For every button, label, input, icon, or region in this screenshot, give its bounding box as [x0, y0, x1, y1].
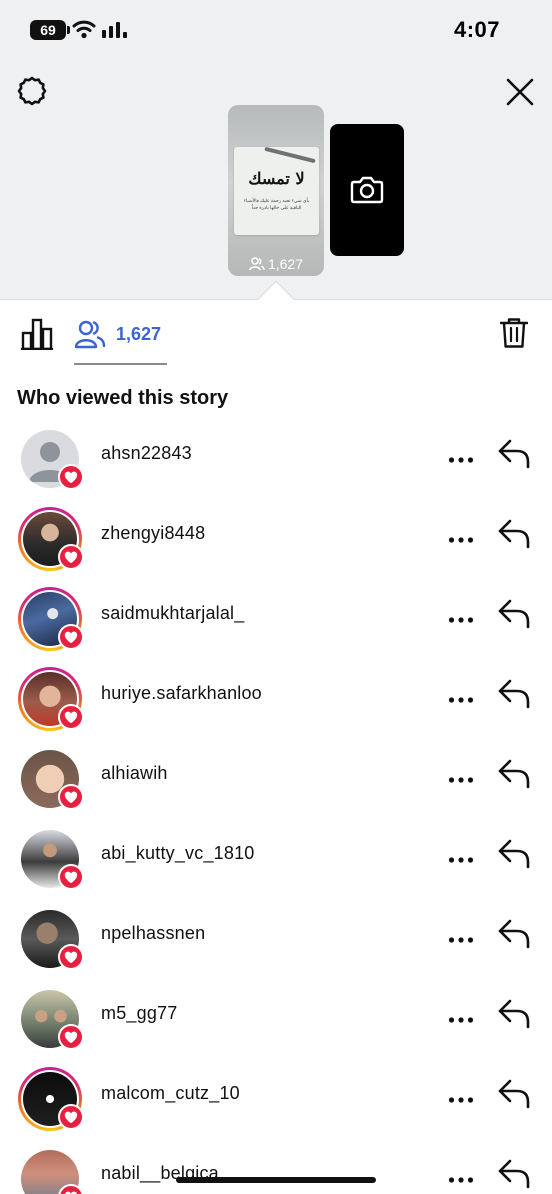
heart-icon	[64, 1191, 78, 1194]
heart-reaction-badge	[58, 1104, 84, 1130]
more-options-icon[interactable]	[448, 691, 474, 703]
more-options-icon[interactable]	[448, 611, 474, 623]
heart-icon	[64, 791, 78, 803]
more-options-icon[interactable]	[448, 1171, 474, 1183]
status-bar: 69 4:07	[0, 0, 552, 60]
story-preview-area: 69 4:07 لا تمسك بأي شيء تحبه رحمة عليك ف…	[0, 0, 552, 300]
viewer-username[interactable]: abi_kutty_vc_1810	[101, 843, 255, 864]
viewer-username[interactable]: ahsn22843	[101, 443, 192, 464]
active-tab-underline	[74, 363, 167, 365]
trash-icon[interactable]	[500, 317, 528, 349]
pen-graphic	[264, 146, 316, 164]
avatar[interactable]	[18, 587, 84, 651]
story-thumbnail[interactable]: لا تمسك بأي شيء تحبه رحمة عليك فالأشياء …	[228, 105, 324, 276]
viewer-username[interactable]: saidmukhtarjalal_	[101, 603, 244, 624]
reply-icon[interactable]	[497, 438, 531, 470]
battery-indicator: 69	[30, 20, 70, 40]
heart-reaction-badge	[58, 704, 84, 730]
more-options-icon[interactable]	[448, 1091, 474, 1103]
more-options-icon[interactable]	[448, 931, 474, 943]
more-options-icon[interactable]	[448, 851, 474, 863]
close-icon[interactable]	[504, 76, 536, 108]
more-options-icon[interactable]	[448, 451, 474, 463]
more-options-icon[interactable]	[448, 1011, 474, 1023]
viewer-username[interactable]: huriye.safarkhanloo	[101, 683, 262, 704]
avatar[interactable]	[18, 827, 84, 891]
heart-reaction-badge	[58, 864, 84, 890]
heart-icon	[64, 471, 78, 483]
heart-icon	[64, 871, 78, 883]
signal-icon	[102, 22, 127, 38]
story-view-count: 1,627	[228, 256, 324, 272]
heart-icon	[64, 951, 78, 963]
heart-icon	[64, 1111, 78, 1123]
avatar[interactable]	[18, 1067, 84, 1131]
viewer-username[interactable]: malcom_cutz_10	[101, 1083, 240, 1104]
viewer-row[interactable]: npelhassnen	[0, 903, 552, 983]
reply-icon[interactable]	[497, 918, 531, 950]
viewer-row[interactable]: huriye.safarkhanloo	[0, 663, 552, 743]
wifi-icon	[72, 20, 96, 39]
reply-icon[interactable]	[497, 598, 531, 630]
avatar[interactable]	[18, 747, 84, 811]
viewer-username[interactable]: npelhassnen	[101, 923, 205, 944]
avatar[interactable]	[18, 507, 84, 571]
viewer-row[interactable]: abi_kutty_vc_1810	[0, 823, 552, 903]
viewer-username[interactable]: alhiawih	[101, 763, 168, 784]
heart-icon	[64, 631, 78, 643]
add-story-button[interactable]	[330, 124, 404, 256]
viewer-row[interactable]: alhiawih	[0, 743, 552, 823]
story-arabic-title: لا تمسك	[248, 169, 305, 188]
status-time: 4:07	[453, 17, 500, 42]
gear-icon[interactable]	[16, 75, 48, 107]
viewer-row[interactable]: malcom_cutz_10	[0, 1063, 552, 1143]
heart-reaction-badge	[58, 1024, 84, 1050]
heart-icon	[64, 1031, 78, 1043]
reply-icon[interactable]	[497, 1078, 531, 1110]
reply-icon[interactable]	[497, 1158, 531, 1190]
avatar[interactable]	[18, 427, 84, 491]
avatar[interactable]	[18, 1147, 84, 1194]
viewer-row[interactable]: m5_gg77	[0, 983, 552, 1063]
section-title: Who viewed this story	[17, 387, 229, 409]
reply-icon[interactable]	[497, 998, 531, 1030]
heart-reaction-badge	[58, 544, 84, 570]
reply-icon[interactable]	[497, 518, 531, 550]
home-indicator	[176, 1177, 376, 1183]
heart-reaction-badge	[58, 464, 84, 490]
avatar[interactable]	[18, 907, 84, 971]
viewer-username[interactable]: m5_gg77	[101, 1003, 177, 1024]
people-icon	[74, 320, 106, 349]
avatar[interactable]	[18, 667, 84, 731]
heart-icon	[64, 711, 78, 723]
reply-icon[interactable]	[497, 838, 531, 870]
viewers-count: 1,627	[116, 323, 162, 344]
more-options-icon[interactable]	[448, 771, 474, 783]
heart-icon	[64, 551, 78, 563]
more-options-icon[interactable]	[448, 531, 474, 543]
viewer-row[interactable]: zhengyi8448	[0, 503, 552, 583]
story-arabic-subtitle: بأي شيء تحبه رحمة عليك فالأشياء الباقية …	[243, 198, 310, 210]
viewer-row[interactable]: nabil__belgica	[0, 1143, 552, 1194]
story-image-card: لا تمسك بأي شيء تحبه رحمة عليك فالأشياء …	[234, 146, 319, 235]
viewers-icon	[249, 257, 265, 271]
reply-icon[interactable]	[497, 678, 531, 710]
camera-icon	[350, 176, 384, 204]
heart-reaction-badge	[58, 784, 84, 810]
viewer-tabs: 1,627	[0, 301, 552, 365]
reply-icon[interactable]	[497, 758, 531, 790]
viewer-row[interactable]: ahsn22843	[0, 423, 552, 503]
heart-reaction-badge	[58, 944, 84, 970]
viewer-username[interactable]: zhengyi8448	[101, 523, 205, 544]
heart-reaction-badge	[58, 624, 84, 650]
viewer-row[interactable]: saidmukhtarjalal_	[0, 583, 552, 663]
bar-chart-icon[interactable]	[20, 318, 54, 350]
tab-viewers[interactable]: 1,627	[74, 317, 161, 351]
story-views-label: 1,627	[267, 256, 304, 272]
avatar[interactable]	[18, 987, 84, 1051]
